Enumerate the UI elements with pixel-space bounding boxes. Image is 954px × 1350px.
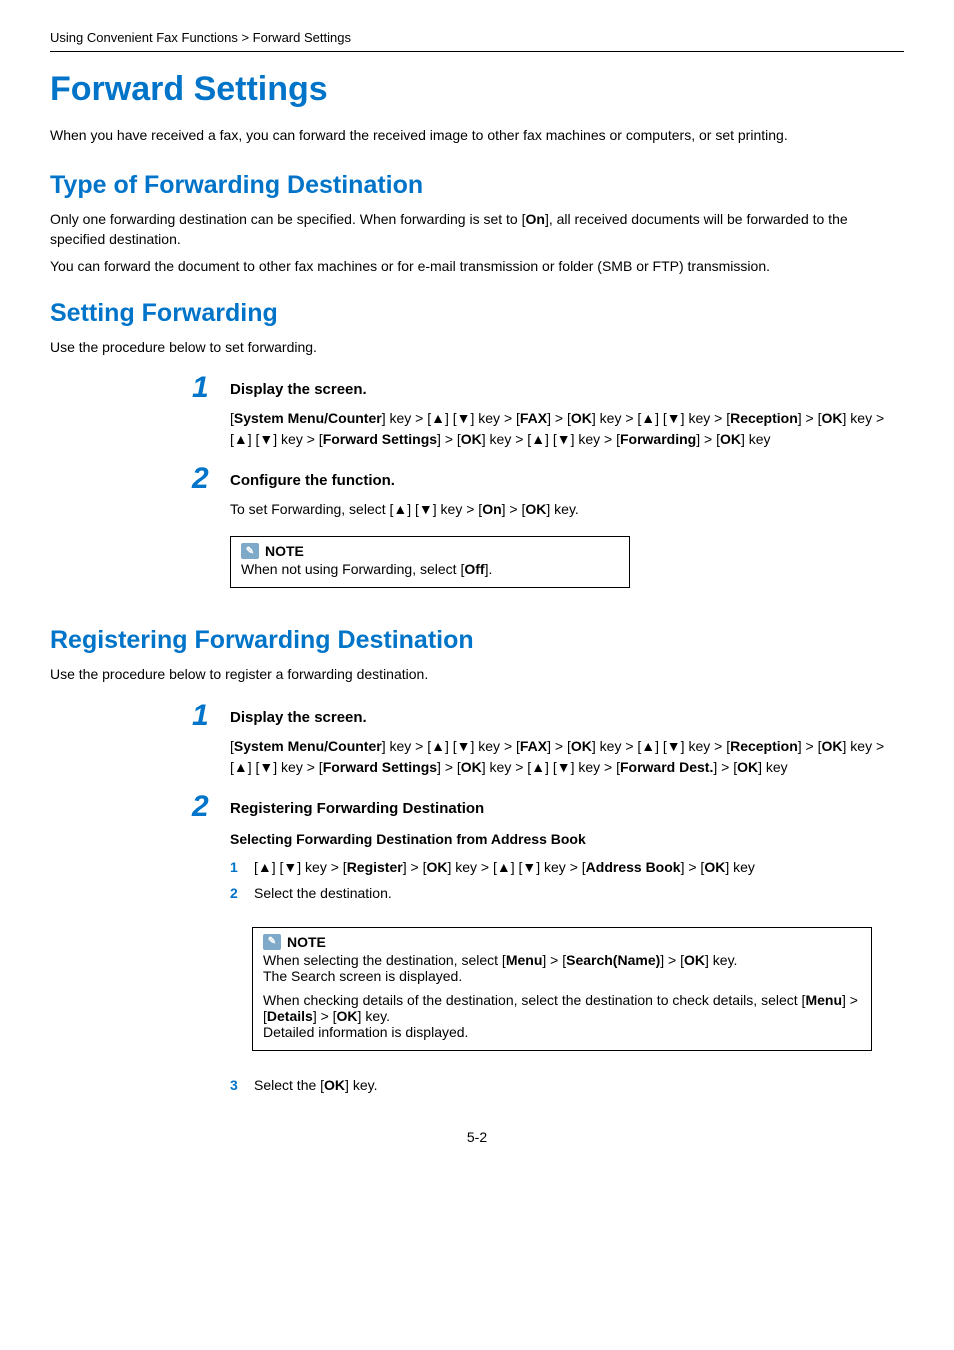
step-2-title: Registering Forwarding Destination bbox=[230, 800, 904, 817]
section-register-dest-lead: Use the procedure below to register a fo… bbox=[50, 665, 904, 685]
substep-1: 1 [▲] [▼] key > [Register] > [OK] key > … bbox=[230, 859, 904, 875]
substep-list: 1 [▲] [▼] key > [Register] > [OK] key > … bbox=[230, 859, 904, 901]
note-header: ✎ NOTE bbox=[263, 934, 861, 950]
note-label: NOTE bbox=[265, 543, 304, 559]
substep-3-text: Select the [OK] key. bbox=[254, 1077, 377, 1093]
note-line-3: When checking details of the destination… bbox=[263, 992, 861, 1024]
page-title: Forward Settings bbox=[50, 70, 904, 109]
note-box: ✎ NOTE When selecting the destination, s… bbox=[252, 927, 872, 1051]
section-forward-type-p2: You can forward the document to other fa… bbox=[50, 257, 904, 277]
step-1-text: [System Menu/Counter] key > [▲] [▼] key … bbox=[230, 736, 904, 778]
step-1-title: Display the screen. bbox=[230, 709, 904, 726]
step-1: 1 Display the screen. [System Menu/Count… bbox=[230, 381, 904, 450]
substep-list-cont: 3 Select the [OK] key. bbox=[230, 1077, 904, 1093]
set-forwarding-steps: 1 Display the screen. [System Menu/Count… bbox=[230, 381, 904, 604]
note-text: When not using Forwarding, select [Off]. bbox=[241, 561, 619, 577]
note-icon: ✎ bbox=[263, 934, 281, 950]
note-line-4: Detailed information is displayed. bbox=[263, 1024, 861, 1040]
section-register-dest-title: Registering Forwarding Destination bbox=[50, 626, 904, 655]
section-set-forwarding-title: Setting Forwarding bbox=[50, 299, 904, 328]
note-line-1: When selecting the destination, select [… bbox=[263, 952, 861, 968]
note-icon: ✎ bbox=[241, 543, 259, 559]
step-2-title: Configure the function. bbox=[230, 472, 904, 489]
intro-text: When you have received a fax, you can fo… bbox=[50, 127, 904, 143]
step-number-1: 1 bbox=[192, 371, 209, 405]
inner-note-wrap: ✎ NOTE When selecting the destination, s… bbox=[252, 911, 904, 1067]
substep-number-3: 3 bbox=[230, 1077, 242, 1093]
note-line-2: The Search screen is displayed. bbox=[263, 968, 861, 984]
step-2: 2 Configure the function. To set Forward… bbox=[230, 472, 904, 604]
substep-3: 3 Select the [OK] key. bbox=[230, 1077, 904, 1093]
page-number: 5-2 bbox=[50, 1129, 904, 1145]
step-1-title: Display the screen. bbox=[230, 381, 904, 398]
step-2-subhead: Selecting Forwarding Destination from Ad… bbox=[230, 831, 904, 847]
step-2-text: To set Forwarding, select [▲] [▼] key > … bbox=[230, 499, 904, 520]
note-box: ✎ NOTE When not using Forwarding, select… bbox=[230, 536, 630, 588]
substep-2: 2 Select the destination. bbox=[230, 885, 904, 901]
step-1: 1 Display the screen. [System Menu/Count… bbox=[230, 709, 904, 778]
section-forward-type-title: Type of Forwarding Destination bbox=[50, 171, 904, 200]
step-2: 2 Registering Forwarding Destination Sel… bbox=[230, 800, 904, 1093]
divider bbox=[50, 51, 904, 52]
page: Using Convenient Fax Functions > Forward… bbox=[0, 0, 954, 1185]
section-set-forwarding-lead: Use the procedure below to set forwardin… bbox=[50, 338, 904, 358]
step-1-text: [System Menu/Counter] key > [▲] [▼] key … bbox=[230, 408, 904, 450]
note-label: NOTE bbox=[287, 934, 326, 950]
substep-number-1: 1 bbox=[230, 859, 242, 875]
step-number-1: 1 bbox=[192, 699, 209, 733]
breadcrumb: Using Convenient Fax Functions > Forward… bbox=[50, 30, 904, 45]
step-number-2: 2 bbox=[192, 462, 209, 496]
substep-number-2: 2 bbox=[230, 885, 242, 901]
step-number-2: 2 bbox=[192, 790, 209, 824]
register-dest-steps: 1 Display the screen. [System Menu/Count… bbox=[230, 709, 904, 1093]
section-forward-type-p1: Only one forwarding destination can be s… bbox=[50, 210, 904, 249]
substep-1-text: [▲] [▼] key > [Register] > [OK] key > [▲… bbox=[254, 859, 755, 875]
substep-2-text: Select the destination. bbox=[254, 885, 392, 901]
note-header: ✎ NOTE bbox=[241, 543, 619, 559]
